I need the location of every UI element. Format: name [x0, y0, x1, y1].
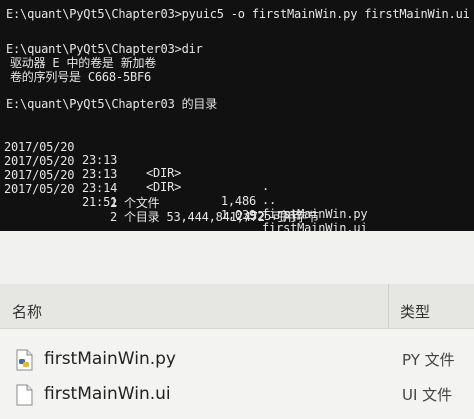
- command-line-pyuic5: E:\quant\PyQt5\Chapter03>pyuic5 -o first…: [6, 7, 470, 21]
- screenshot: E:\quant\PyQt5\Chapter03>pyuic5 -o first…: [0, 0, 474, 419]
- generic-file-icon: [14, 384, 34, 406]
- column-header-type[interactable]: 类型: [400, 301, 430, 322]
- file-name: firstMainWin.ui: [44, 384, 171, 404]
- volume-serial-line: 卷的序列号是 C668-5BF6: [10, 70, 152, 84]
- summary-dirs-row: 2 个目录 53,444,841,472 可用字节: [0, 198, 474, 231]
- file-row-firstmainwin-ui[interactable]: firstMainWin.ui UI 文件: [0, 379, 474, 411]
- column-divider[interactable]: [388, 284, 389, 328]
- python-file-icon: [14, 349, 34, 371]
- file-row-firstmainwin-py[interactable]: firstMainWin.py PY 文件: [0, 344, 474, 376]
- directory-of-line: E:\quant\PyQt5\Chapter03 的目录: [6, 97, 218, 111]
- file-name: firstMainWin.py: [44, 349, 176, 369]
- summary-dir-free-space: 2 个目录 53,444,841,472 可用字节: [110, 210, 320, 224]
- volume-label-line: 驱动器 E 中的卷是 新加卷: [10, 56, 157, 70]
- column-header-row: 名称 类型: [0, 284, 474, 329]
- file-type: UI 文件: [402, 386, 453, 404]
- command-prompt-window[interactable]: E:\quant\PyQt5\Chapter03>pyuic5 -o first…: [0, 0, 474, 231]
- command-line-dir: E:\quant\PyQt5\Chapter03>dir: [6, 42, 203, 56]
- column-header-name[interactable]: 名称: [12, 301, 42, 322]
- file-type: PY 文件: [402, 351, 455, 369]
- file-explorer-list: 名称 类型 firstMainWin.py PY 文件 firstMainWin…: [0, 284, 474, 419]
